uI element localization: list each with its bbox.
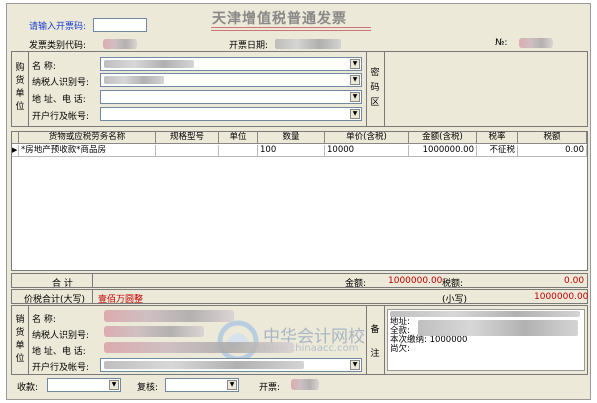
seller-tax-id-label: 纳税人识别号: [32,331,90,341]
seller-tax-id-value [104,326,204,337]
issuer-value [291,379,319,390]
remark-line-4: 尚欠: [390,344,410,354]
seller-bank-label: 开户行及帐号: [32,363,90,373]
buyer-panel: 购 货 单 位 名 称: ▼ 纳税人识别号: ▼ 地 址、电 话: ▼ 开户行及… [11,51,588,127]
col-price: 单价(含税) [325,132,409,144]
sum-upper-label: 价税合计(大写) [24,295,86,305]
code-input-label: 请输入开票码: [29,22,87,32]
cell-unit[interactable] [219,145,258,157]
cell-price[interactable]: 10000 [325,145,409,157]
payee-label: 收款: [17,383,39,393]
buyer-bank-label: 开户行及帐号: [32,112,90,122]
seller-bank-select[interactable]: ▼ [100,358,362,372]
buyer-name-label: 名 称: [32,62,56,72]
review-select[interactable]: ▼ [165,378,239,392]
seller-panel: 销 货 单 位 名 称: 纳税人识别号: 地 址、电 话: 开户行及帐号: ▼ … [11,305,588,375]
sum-row: 价税合计(大写) 壹佰万圆整 (小写) 1000000.00 [11,289,589,305]
issuer-label: 开票: [259,383,281,393]
invoice-window: 请输入开票码: 天津增值税普通发票 发票类别代码: 开票日期: №: 购 货 单… [6,3,591,400]
seller-name-value [104,310,234,322]
seller-section-label: 销 货 单 位 [15,315,25,364]
sum-upper-value: 壹佰万圆整 [98,295,144,305]
col-qty: 数量 [258,132,325,144]
col-tax: 税额 [518,132,587,144]
row-header-corner [12,132,19,144]
cipher-area-label: 密 码 区 [370,68,380,108]
col-amount: 金额(含税) [409,132,477,144]
col-rate: 税率 [477,132,518,144]
col-spec: 规格型号 [156,132,219,144]
chevron-down-icon[interactable]: ▼ [350,59,360,69]
number-label: №: [495,38,508,48]
type-code-label: 发票类别代码: [29,41,87,51]
buyer-address-select[interactable]: ▼ [100,90,362,104]
date-label: 开票日期: [229,41,269,51]
chevron-down-icon[interactable]: ▼ [350,75,360,85]
number-value [519,38,553,48]
col-unit: 单位 [219,132,258,144]
chevron-down-icon[interactable]: ▼ [350,109,360,119]
chevron-down-icon[interactable]: ▼ [109,380,119,390]
remark-label: 备 注 [370,325,380,359]
tax-value: 0.00 [564,276,585,286]
cell-amount[interactable]: 1000000.00 [409,145,477,157]
cell-spec[interactable] [156,145,219,157]
invoice-title: 天津增值税普通发票 [212,11,347,27]
buyer-section-label: 购 货 单 位 [15,63,25,112]
col-goods-name: 货物或应税劳务名称 [19,132,156,144]
goods-grid: 货物或应税劳务名称 规格型号 单位 数量 单价(含税) 金额(含税) 税率 税额… [11,131,588,362]
title-underline-2 [211,30,371,31]
cell-tax[interactable]: 0.00 [518,145,587,157]
remark-line-3: 本次缴纳: 1000000 [390,335,468,345]
tax-label: 税额: [442,279,464,289]
total-label: 合 计 [52,279,73,289]
seller-name-label: 名 称: [32,315,56,325]
buyer-name-select[interactable]: ▼ [100,57,362,71]
seller-address-label: 地 址、电 话: [32,347,86,357]
buyer-bank-select[interactable]: ▼ [100,107,362,121]
sum-lower-label: (小写) [442,295,468,305]
review-label: 复核: [137,383,159,393]
cell-goods-name[interactable]: *房地产预收款*商品房 [19,145,156,157]
type-code-value [103,39,137,49]
chevron-down-icon[interactable]: ▼ [350,92,360,102]
buyer-tax-id-select[interactable]: ▼ [100,73,362,87]
seller-address-value [104,342,294,353]
cipher-area [386,54,585,124]
row-marker-icon: ▶ [12,145,19,157]
amount-value: 1000000.00 [388,276,443,286]
remarks-textarea[interactable]: 地址: 全款: 本次缴纳: 1000000 尚欠: [387,309,585,371]
sum-lower-value: 1000000.00 [534,292,589,302]
buyer-tax-id-label: 纳税人识别号: [32,78,90,88]
invoice-code-input[interactable] [93,18,147,32]
cell-rate[interactable]: 不征税 [477,145,518,157]
amount-label: 金额: [345,279,367,289]
totals-row: 合 计 金额: 1000000.00 税额: 0.00 [11,273,588,289]
chevron-down-icon[interactable]: ▼ [350,360,360,370]
buyer-address-label: 地 址、电 话: [32,95,86,105]
cell-qty[interactable]: 100 [258,145,325,157]
payee-select[interactable]: ▼ [47,378,121,392]
title-underline [211,27,371,28]
date-value [275,39,341,49]
chevron-down-icon[interactable]: ▼ [227,380,237,390]
